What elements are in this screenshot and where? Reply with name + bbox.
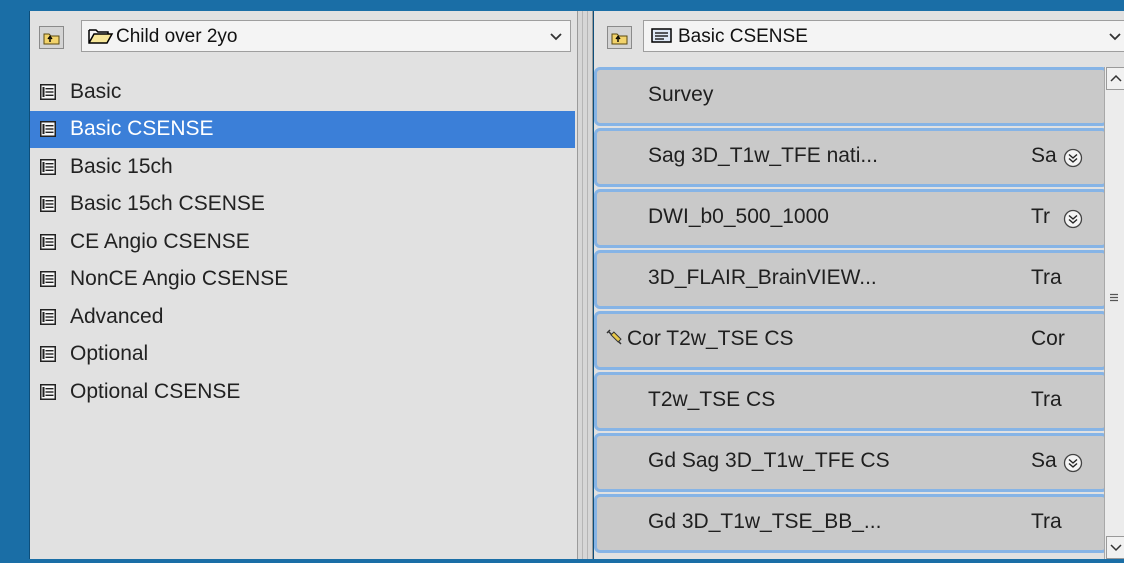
open-folder-icon — [88, 29, 114, 44]
exam-card-item[interactable]: Basic — [30, 73, 575, 111]
left-toolbar: Child over 2yo — [30, 20, 578, 52]
exam-card-item[interactable]: Basic CSENSE — [30, 110, 575, 148]
chevron-down-icon — [1109, 33, 1121, 41]
exam-card-label: CE Angio CSENSE — [70, 229, 250, 253]
sequence-scrollbar[interactable] — [1104, 67, 1124, 559]
exam-card-label: Basic 15ch — [70, 154, 173, 178]
folder-up-button[interactable] — [39, 26, 64, 49]
sequence-list: Survey Sag 3D_T1w_TFE nati... Sa DWI_b0_… — [594, 67, 1108, 555]
exam-card-label: Optional — [70, 342, 149, 366]
sequence-name: Gd Sag 3D_T1w_TFE CS — [648, 449, 890, 472]
sequence-name: DWI_b0_500_1000 — [648, 205, 829, 228]
exam-card-item[interactable]: Optional CSENSE — [30, 373, 575, 411]
expand-circle-icon[interactable] — [1063, 453, 1083, 473]
exam-card-panel: Basic CSENSE Survey Sag 3D_T1w_TFE nati.… — [593, 11, 1124, 559]
sequence-orientation: Sa — [1031, 449, 1057, 472]
sequence-item[interactable]: 3D_FLAIR_BrainVIEW... Tra — [594, 250, 1108, 309]
sequence-name: Survey — [648, 83, 714, 106]
list-card-icon — [40, 233, 56, 250]
sequence-name: 3D_FLAIR_BrainVIEW... — [648, 266, 877, 289]
exam-up-button[interactable] — [607, 26, 632, 49]
exam-card-icon — [651, 28, 672, 43]
chevron-down-icon — [550, 33, 562, 41]
exam-card-select[interactable]: Basic CSENSE — [643, 20, 1124, 52]
exam-folder-panel: Child over 2yo Basic Basic CSENSE Basic … — [29, 11, 578, 559]
sequence-item[interactable]: Sag 3D_T1w_TFE nati... Sa — [594, 128, 1108, 187]
sequence-item[interactable]: Gd Sag 3D_T1w_TFE CS Sa — [594, 433, 1108, 492]
folder-select[interactable]: Child over 2yo — [81, 20, 571, 52]
list-card-icon — [40, 383, 56, 400]
exam-card-select-value: Basic CSENSE — [678, 26, 808, 47]
scroll-grip-icon[interactable] — [1109, 293, 1119, 302]
sequence-name: Cor T2w_TSE CS — [627, 327, 794, 350]
sequence-item[interactable]: Gd 3D_T1w_TSE_BB_... Tra — [594, 494, 1108, 553]
sequence-name: T2w_TSE CS — [648, 388, 776, 411]
right-toolbar: Basic CSENSE — [594, 20, 1124, 52]
exam-card-item[interactable]: Advanced — [30, 298, 575, 336]
list-card-icon — [40, 308, 56, 325]
exam-card-label: Optional CSENSE — [70, 379, 241, 403]
list-card-icon — [40, 271, 56, 288]
scroll-down-button[interactable] — [1106, 536, 1124, 559]
exam-card-label: Basic 15ch CSENSE — [70, 192, 265, 216]
exam-card-label: Basic CSENSE — [70, 117, 214, 141]
expand-circle-icon[interactable] — [1063, 148, 1083, 168]
chevron-down-icon — [1110, 544, 1122, 552]
sequence-name: Sag 3D_T1w_TFE nati... — [648, 144, 878, 167]
exam-card-item[interactable]: Basic 15ch CSENSE — [30, 186, 575, 224]
sequence-orientation: Tr — [1031, 205, 1051, 228]
scroll-up-button[interactable] — [1106, 67, 1124, 90]
folder-up-icon — [611, 33, 628, 45]
list-card-icon — [40, 346, 56, 363]
expand-circle-icon[interactable] — [1063, 209, 1083, 229]
folder-up-icon — [43, 33, 60, 45]
list-card-icon — [40, 158, 56, 175]
exam-card-label: Basic — [70, 79, 122, 103]
sequence-orientation: Tra — [1031, 510, 1062, 533]
folder-select-value: Child over 2yo — [116, 26, 238, 47]
exam-card-item[interactable]: NonCE Angio CSENSE — [30, 261, 575, 299]
exam-card-label: Advanced — [70, 304, 164, 328]
sequence-orientation: Cor — [1031, 327, 1065, 350]
sequence-item[interactable]: T2w_TSE CS Tra — [594, 372, 1108, 431]
exam-card-label: NonCE Angio CSENSE — [70, 267, 289, 291]
sequence-orientation: Tra — [1031, 388, 1062, 411]
list-card-icon — [40, 83, 56, 100]
sequence-orientation: Tra — [1031, 266, 1062, 289]
sequence-item[interactable]: Cor T2w_TSE CS Cor — [594, 311, 1108, 370]
exam-card-item[interactable]: Optional — [30, 336, 575, 374]
panel-splitter[interactable] — [577, 11, 593, 559]
exam-card-item[interactable]: CE Angio CSENSE — [30, 223, 575, 261]
sequence-item[interactable]: Survey — [594, 67, 1108, 126]
sequence-orientation: Sa — [1031, 144, 1057, 167]
syringe-icon — [606, 329, 622, 345]
exam-card-list: Basic Basic CSENSE Basic 15ch Basic 15ch… — [30, 73, 575, 411]
exam-card-item[interactable]: Basic 15ch — [30, 148, 575, 186]
list-card-icon — [40, 196, 56, 213]
sequence-name: Gd 3D_T1w_TSE_BB_... — [648, 510, 882, 533]
sequence-item[interactable]: DWI_b0_500_1000 Tr — [594, 189, 1108, 248]
chevron-up-icon — [1110, 74, 1122, 82]
list-card-icon — [40, 121, 56, 138]
